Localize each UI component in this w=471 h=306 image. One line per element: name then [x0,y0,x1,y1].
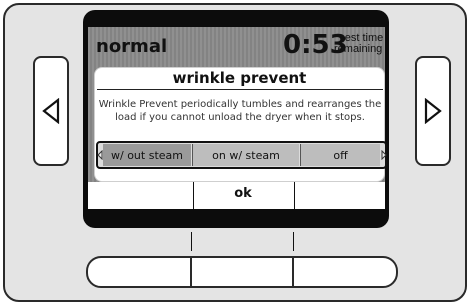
softkey-divider [294,182,295,209]
dialog-divider [97,89,383,90]
right-arrow-button[interactable] [415,56,451,166]
option-without-steam[interactable]: w/ out steam [103,144,191,166]
right-triangle-icon [424,98,442,124]
right-softkey-button[interactable] [294,258,396,286]
option-on-with-steam[interactable]: on w/ steam [193,144,299,166]
dialog-title: wrinkle prevent [172,69,307,87]
softkey-indicator-line [191,232,192,251]
left-softkey-button[interactable] [88,258,190,286]
time-remaining-label: est time remaining [334,33,394,55]
softkey-indicator-line [293,232,294,251]
option-off[interactable]: off [301,144,380,166]
scroll-right-icon [381,150,387,160]
dialog-description: Wrinkle Prevent periodically tumbles and… [98,99,382,123]
center-softkey-button[interactable] [192,258,292,286]
time-label-line2: remaining [334,43,383,55]
left-arrow-button[interactable] [33,56,69,166]
ok-softkey[interactable]: ok [195,186,291,201]
cycle-mode-label: normal [96,36,168,57]
softkey-button-bar [86,256,398,288]
left-triangle-icon [42,98,60,124]
softkey-divider [193,182,194,209]
